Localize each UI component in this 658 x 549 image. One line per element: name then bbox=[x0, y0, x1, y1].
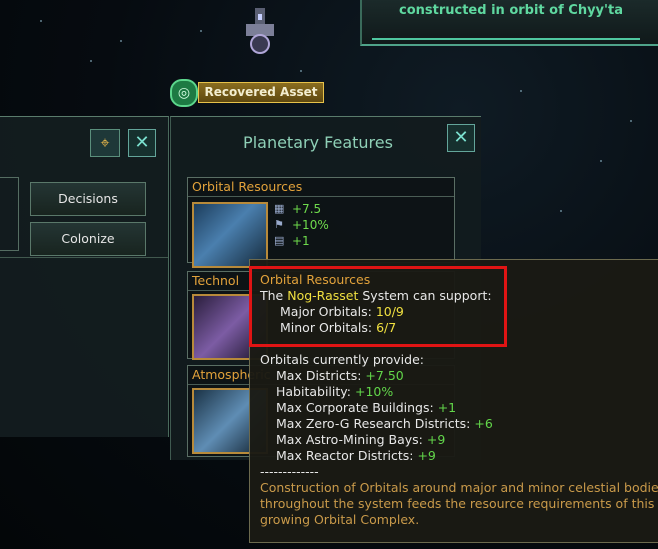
camera-target-icon[interactable]: ⌖ bbox=[90, 129, 120, 157]
provide-heading: Orbitals currently provide: bbox=[260, 352, 424, 367]
provision-row: Max Districts: +7.50 bbox=[276, 368, 404, 383]
habitability-icon: ⚑ bbox=[274, 218, 284, 231]
provision-row: Max Reactor Districts: +9 bbox=[276, 448, 436, 463]
globe-icon[interactable]: ◎ bbox=[170, 79, 198, 107]
district-icon: ▦ bbox=[274, 202, 285, 215]
notification-progress-bar bbox=[372, 38, 640, 40]
planet-side-panel: ⌖ ✕ Decisions Colonize bbox=[0, 116, 169, 437]
stat-districts: ▦ +7.5 bbox=[274, 202, 322, 216]
provision-row: Max Zero-G Research Districts: +6 bbox=[276, 416, 493, 431]
panel-divider bbox=[0, 257, 168, 258]
provision-row: Habitability: +10% bbox=[276, 384, 394, 399]
description-line: growing Orbital Complex. bbox=[260, 512, 420, 527]
recovered-asset-label[interactable]: Recovered Asset bbox=[198, 82, 324, 103]
feature-orbital-resources[interactable]: Orbital Resources ▦ +7.5 ⚑ +10% ▤ +1 bbox=[187, 177, 455, 268]
stat-buildings: ▤ +1 bbox=[274, 234, 310, 248]
separator: ------------- bbox=[260, 464, 319, 479]
starbase-icon[interactable] bbox=[238, 6, 282, 60]
description-line: Construction of Orbitals around major an… bbox=[260, 480, 658, 495]
notification-text: constructed in orbit of Chyy'ta bbox=[399, 3, 623, 18]
close-features-button[interactable]: ✕ bbox=[447, 124, 475, 152]
feature-title: Orbital Resources bbox=[188, 178, 454, 197]
panel-title: Planetary Features bbox=[243, 133, 393, 152]
panel-bracket bbox=[0, 177, 19, 251]
close-left-panel-button[interactable]: ✕ bbox=[128, 129, 156, 157]
colonize-button[interactable]: Colonize bbox=[30, 222, 146, 256]
event-notification[interactable]: constructed in orbit of Chyy'ta bbox=[360, 0, 658, 46]
stat-habitability: ⚑ +10% bbox=[274, 218, 329, 232]
building-icon: ▤ bbox=[274, 234, 285, 247]
provision-row: Max Corporate Buildings: +1 bbox=[276, 400, 457, 415]
highlight-box bbox=[249, 266, 507, 347]
description-line: throughout the system feeds the resource… bbox=[260, 496, 655, 511]
provision-row: Max Astro-Mining Bays: +9 bbox=[276, 432, 446, 447]
decisions-button[interactable]: Decisions bbox=[30, 182, 146, 216]
